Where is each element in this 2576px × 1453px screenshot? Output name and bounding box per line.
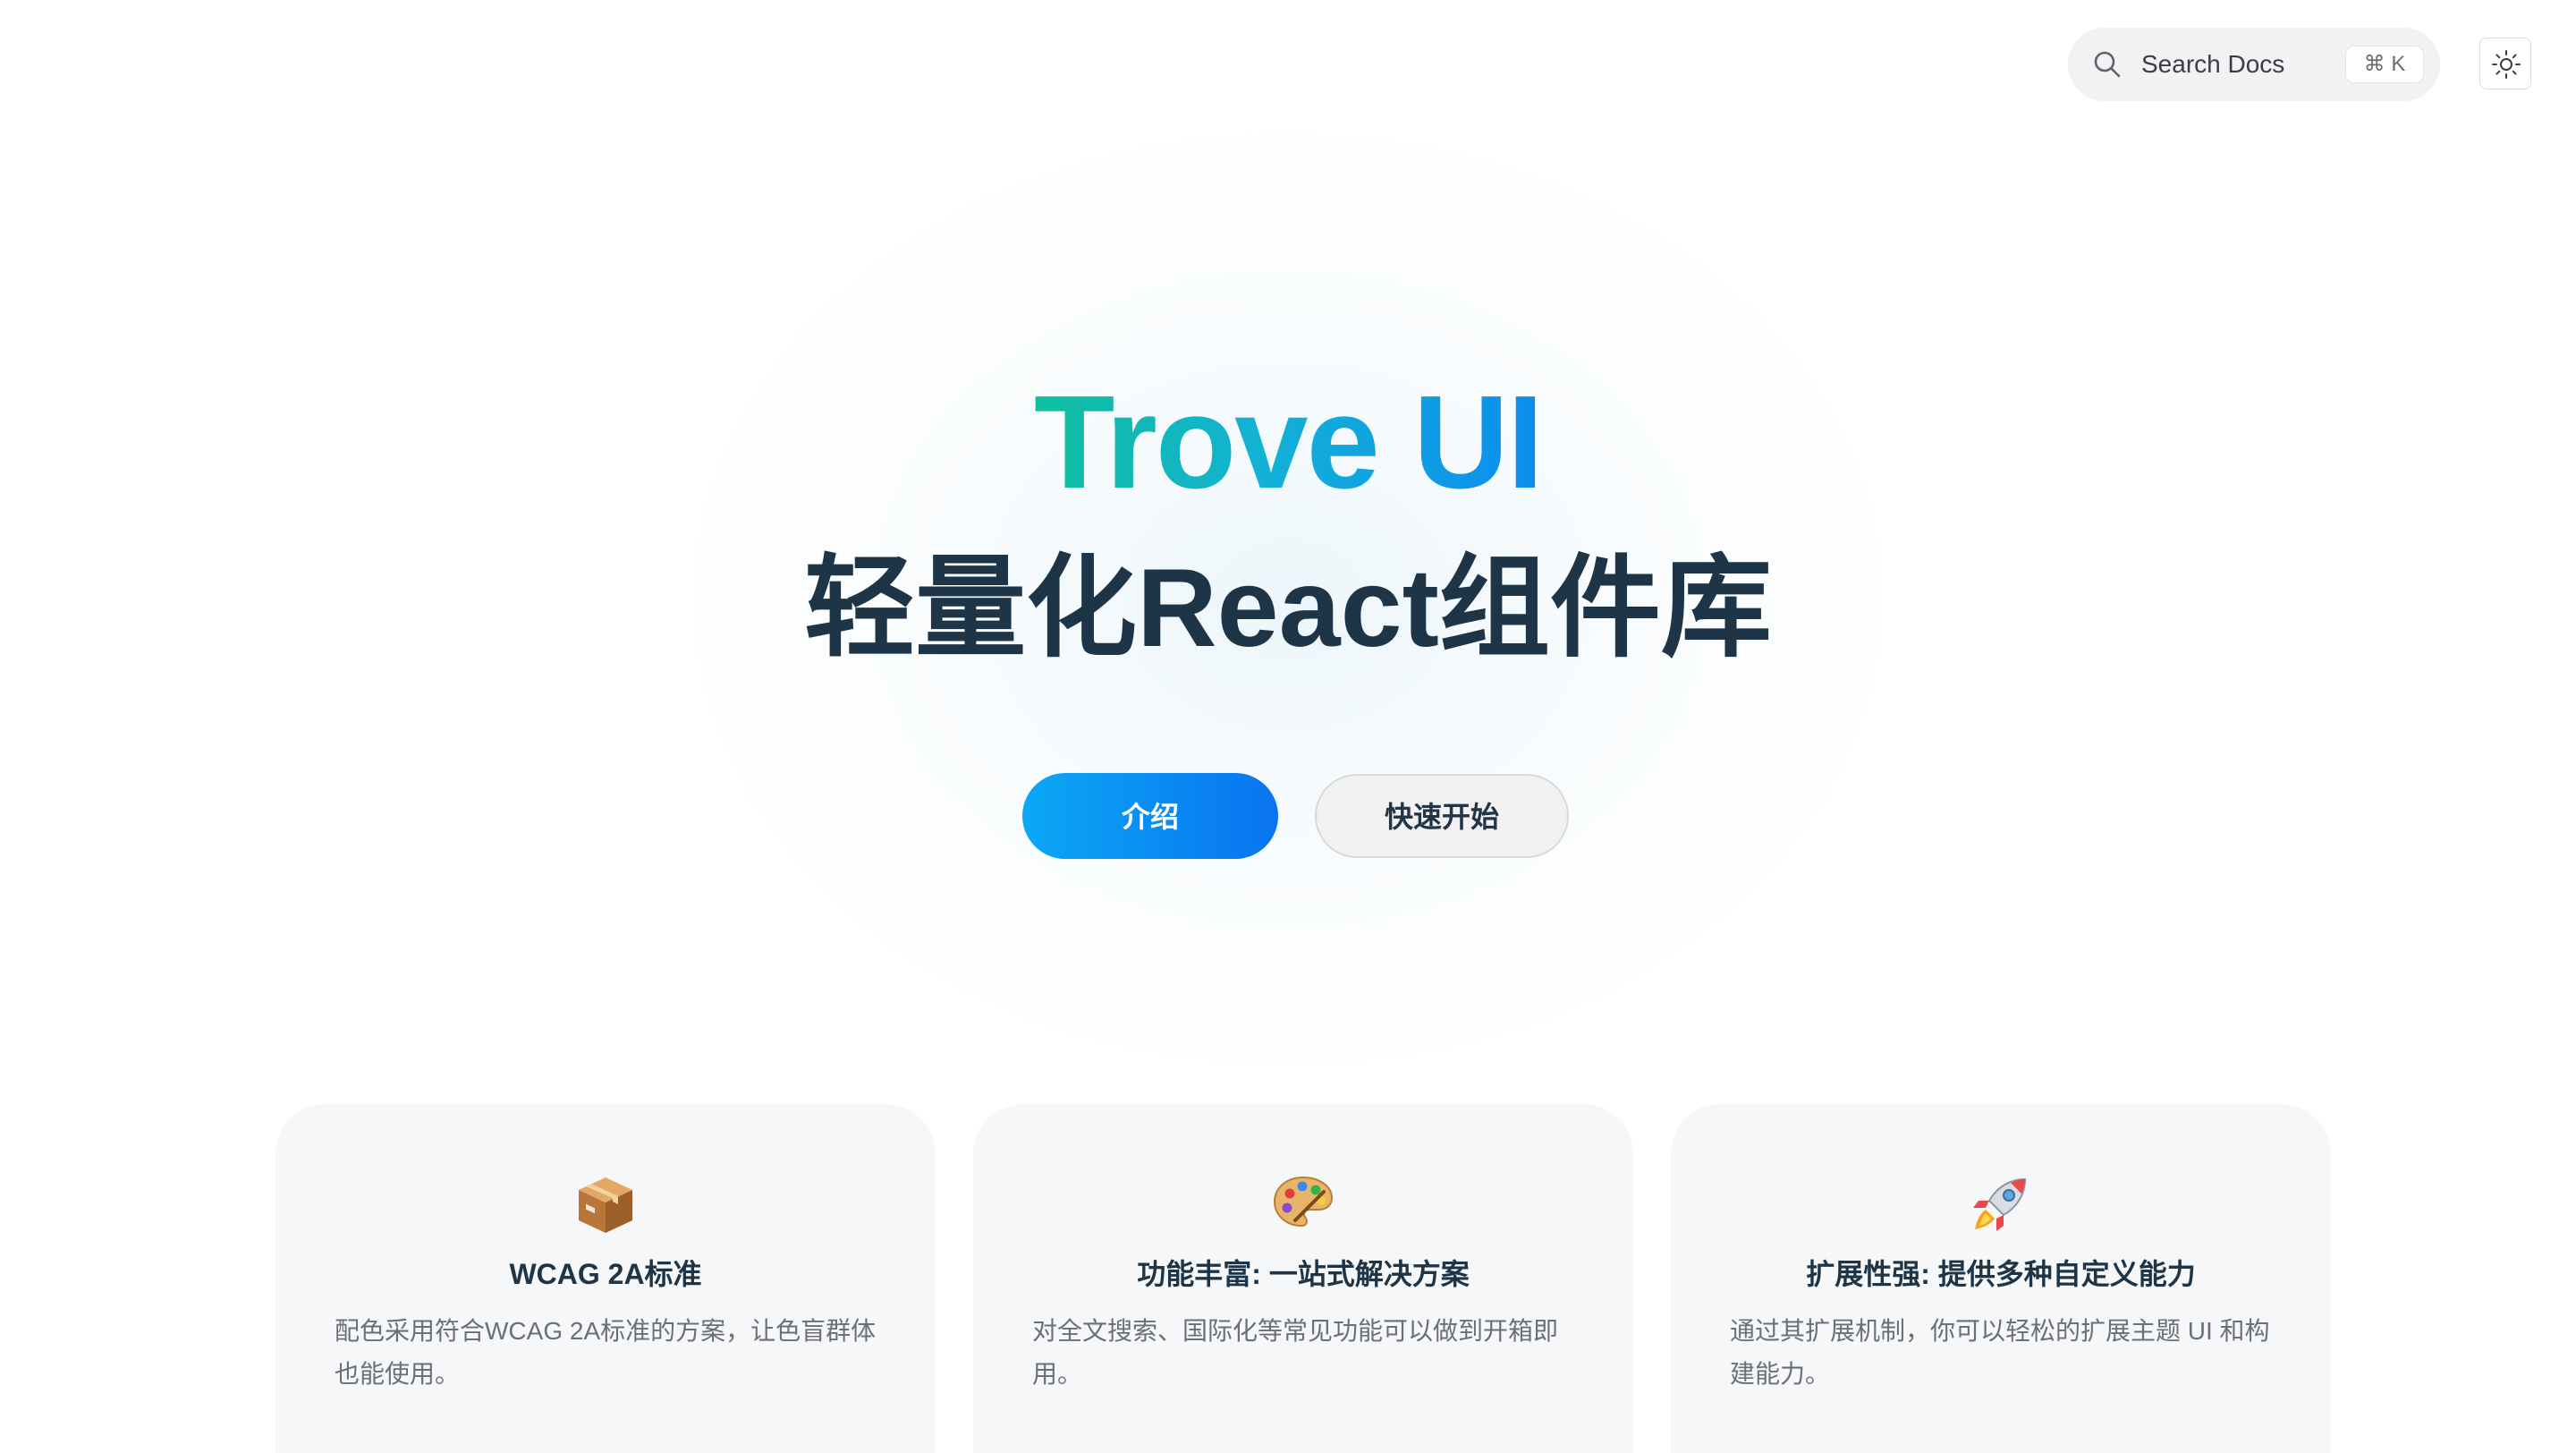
feature-description: 配色采用符合WCAG 2A标准的方案，让色盲群体也能使用。	[335, 1317, 877, 1388]
search-shortcut-key: ⌘ K	[2345, 46, 2424, 83]
rocket-icon	[1671, 1174, 2331, 1242]
feature-card: 扩展性强: 提供多种自定义能力 通过其扩展机制，你可以轻松的扩展主题 UI 和构…	[1671, 1104, 2331, 1453]
package-icon	[275, 1174, 936, 1242]
search-placeholder: Search Docs	[2141, 50, 2285, 78]
theme-toggle-button[interactable]	[2479, 38, 2531, 89]
search-icon	[2091, 48, 2123, 81]
hero-title-text: Trove UI	[1034, 369, 1544, 516]
hero-title: Trove UI	[0, 358, 2576, 528]
feature-title: 扩展性强: 提供多种自定义能力	[1806, 1258, 2196, 1290]
sun-icon	[2492, 50, 2521, 79]
hero-subtitle: 轻量化React组件库	[804, 547, 1772, 670]
feature-card: WCAG 2A标准 配色采用符合WCAG 2A标准的方案，让色盲群体也能使用。	[275, 1104, 936, 1453]
intro-button[interactable]: 介绍	[1022, 773, 1278, 859]
feature-description: 通过其扩展机制，你可以轻松的扩展主题 UI 和构建能力。	[1730, 1317, 2270, 1388]
feature-card: 功能丰富: 一站式解决方案 对全文搜索、国际化等常见功能可以做到开箱即用。	[973, 1104, 1633, 1453]
palette-icon	[973, 1174, 1633, 1242]
feature-title: WCAG 2A标准	[509, 1258, 702, 1290]
quick-start-button[interactable]: 快速开始	[1315, 774, 1569, 858]
search-docs-button[interactable]: Search Docs ⌘ K	[2068, 28, 2440, 101]
feature-description: 对全文搜索、国际化等常见功能可以做到开箱即用。	[1032, 1317, 1559, 1388]
feature-title: 功能丰富: 一站式解决方案	[1137, 1258, 1470, 1290]
